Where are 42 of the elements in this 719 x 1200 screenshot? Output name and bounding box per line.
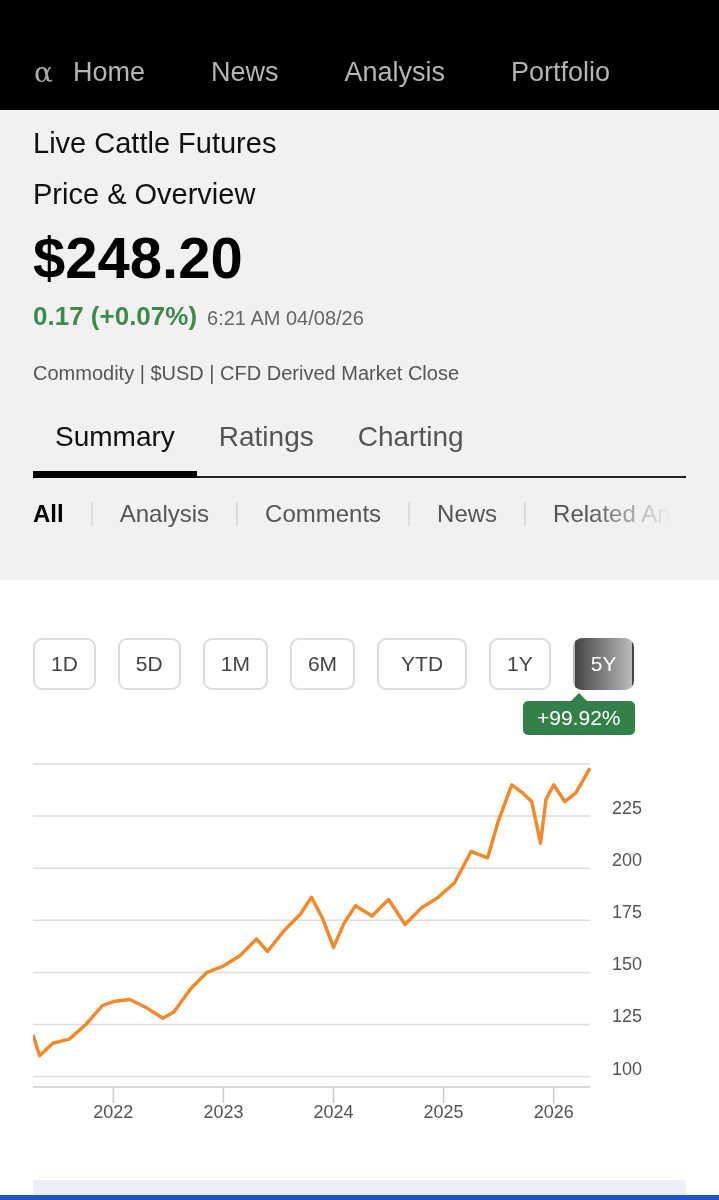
nav-link[interactable]: News: [210, 56, 279, 88]
axis-label: 100: [612, 1058, 643, 1079]
tab[interactable]: Charting: [335, 405, 486, 478]
logo[interactable]: α: [34, 55, 53, 89]
page-subtitle: Price & Overview: [33, 177, 257, 212]
axis-label: 2025: [423, 1086, 464, 1122]
axis-label: 175: [612, 902, 643, 923]
axis-label: 2026: [533, 1086, 574, 1122]
range-button[interactable]: 1Y: [489, 638, 551, 690]
axis-label: 125: [612, 1006, 643, 1027]
tab[interactable]: Summary: [33, 405, 197, 478]
x-tick-label: 2022: [93, 1102, 134, 1122]
nav-link[interactable]: Portfolio: [511, 56, 611, 88]
range-button[interactable]: 1M: [202, 638, 268, 690]
axis-label: 2023: [203, 1086, 244, 1122]
tab[interactable]: Ratings: [196, 405, 336, 478]
axis-label: 2022: [93, 1086, 134, 1122]
change-badge: +99.92%: [523, 701, 635, 735]
filter-link[interactable]: All: [33, 500, 64, 528]
filter-link[interactable]: Analysis: [119, 500, 210, 528]
page-title: Live Cattle Futures: [33, 126, 278, 161]
range-button[interactable]: 5Y: [572, 638, 635, 690]
range-button[interactable]: 5D: [117, 638, 181, 690]
range-button[interactable]: 1D: [33, 638, 96, 690]
timestamp: 6:21 AM 04/08/26: [207, 307, 364, 330]
price-change: 0.17 (+0.07%): [33, 301, 198, 332]
range-button[interactable]: YTD: [377, 638, 468, 690]
x-tick-label: 2025: [423, 1102, 464, 1122]
axis-label: 225: [612, 798, 643, 819]
axis-label: 150: [612, 954, 643, 975]
nav-link[interactable]: Analysis: [344, 56, 445, 88]
filter-link[interactable]: Comments: [265, 500, 382, 528]
filter-link[interactable]: News: [437, 500, 498, 528]
axis-label: 2024: [313, 1086, 354, 1122]
x-tick-label: 2023: [203, 1102, 244, 1122]
nav-link[interactable]: Home: [72, 56, 145, 88]
price: $248.20: [33, 224, 244, 291]
x-tick-label: 2026: [533, 1102, 574, 1122]
x-tick-label: 2024: [313, 1102, 354, 1122]
axis-label: 200: [612, 850, 643, 871]
range-button[interactable]: 6M: [289, 638, 356, 690]
market-info: Commodity | $USD | CFD Derived Market Close: [33, 362, 461, 385]
